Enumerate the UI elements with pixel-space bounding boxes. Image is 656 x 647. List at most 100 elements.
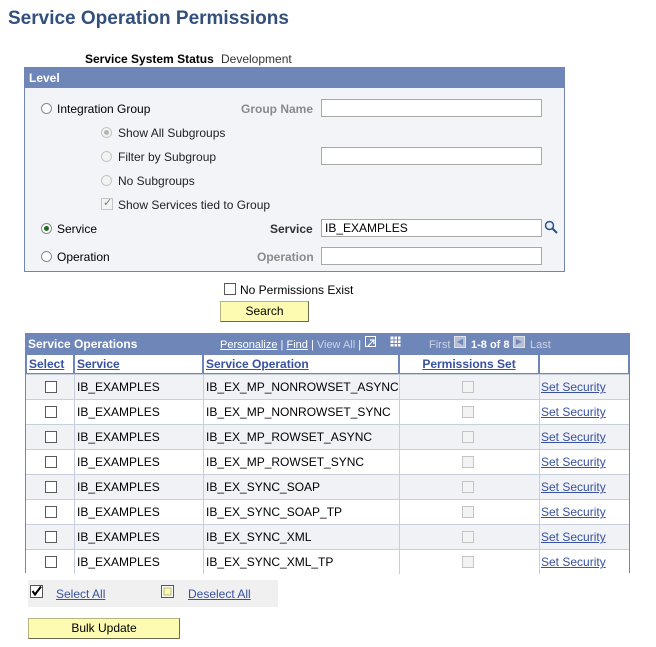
deselect-all-link[interactable]: Deselect All — [188, 587, 251, 601]
column-header-select[interactable]: Select — [27, 355, 74, 373]
service-operation-cell: IB_EX_MP_NONROWSET_ASYNC — [204, 375, 400, 399]
select-cell — [27, 425, 75, 449]
grid-nav-links: Personalize | Find | View All | — [220, 339, 361, 351]
permissions-set-checkbox[interactable] — [462, 431, 474, 443]
prev-arrow-icon[interactable]: ◀ — [454, 336, 466, 348]
download-grid-icon[interactable] — [390, 336, 401, 347]
view-all-link[interactable]: View All — [317, 339, 355, 351]
row-select-checkbox[interactable] — [45, 506, 57, 518]
operation-input[interactable] — [321, 247, 542, 265]
status-label: Service System Status — [85, 52, 214, 66]
service-cell: IB_EXAMPLES — [75, 375, 204, 399]
find-link[interactable]: Find — [286, 339, 307, 351]
table-row: IB_EXAMPLES IB_EX_SYNC_XML Set Security — [26, 524, 629, 549]
row-select-checkbox[interactable] — [45, 556, 57, 568]
permissions-set-checkbox[interactable] — [462, 381, 474, 393]
personalize-link[interactable]: Personalize — [220, 339, 277, 351]
operation-radio-label: Operation — [57, 250, 110, 264]
grid-header-row: Select Service Service Operation Permiss… — [26, 354, 629, 374]
last-label[interactable]: Last — [530, 339, 551, 351]
service-cell: IB_EXAMPLES — [75, 525, 204, 549]
row-select-checkbox[interactable] — [45, 381, 57, 393]
set-security-link[interactable]: Set Security — [540, 475, 630, 499]
select-cell — [27, 525, 75, 549]
table-row: IB_EXAMPLES IB_EX_SYNC_SOAP Set Security — [26, 474, 629, 499]
set-security-link[interactable]: Set Security — [540, 525, 630, 549]
filter-subgroup-input[interactable] — [321, 147, 542, 165]
service-radio[interactable] — [41, 223, 52, 234]
select-all-icon[interactable] — [30, 585, 43, 598]
permissions-set-checkbox[interactable] — [462, 481, 474, 493]
service-cell: IB_EXAMPLES — [75, 450, 204, 474]
integration-group-radio[interactable] — [41, 103, 52, 114]
show-services-checkbox[interactable] — [101, 196, 113, 210]
column-header-service-operation[interactable]: Service Operation — [204, 355, 399, 373]
permissions-set-cell — [400, 450, 540, 474]
service-operation-cell: IB_EX_MP_NONROWSET_SYNC — [204, 400, 400, 424]
set-security-link[interactable]: Set Security — [540, 400, 630, 424]
set-security-link[interactable]: Set Security — [540, 550, 630, 574]
table-row: IB_EXAMPLES IB_EX_SYNC_XML_TP Set Security — [26, 549, 629, 574]
service-operation-cell: IB_EX_SYNC_XML_TP — [204, 550, 400, 574]
set-security-link[interactable]: Set Security — [540, 375, 630, 399]
set-security-link[interactable]: Set Security — [540, 450, 630, 474]
service-cell: IB_EXAMPLES — [75, 475, 204, 499]
zoom-icon[interactable] — [365, 336, 376, 348]
first-label[interactable]: First — [429, 339, 450, 351]
magnifier-icon[interactable] — [544, 220, 558, 234]
row-select-checkbox[interactable] — [45, 531, 57, 543]
select-cell — [27, 475, 75, 499]
grid-title: Service Operations — [28, 337, 138, 351]
set-security-link[interactable]: Set Security — [540, 500, 630, 524]
permissions-set-checkbox[interactable] — [462, 531, 474, 543]
permissions-set-checkbox[interactable] — [462, 506, 474, 518]
show-all-subgroups-label: Show All Subgroups — [118, 126, 226, 140]
level-header: Level — [25, 68, 564, 88]
bulk-update-button[interactable]: Bulk Update — [28, 618, 180, 639]
column-header-permissions-set[interactable]: Permissions Set — [400, 355, 539, 373]
row-select-checkbox[interactable] — [45, 431, 57, 443]
no-subgroups-radio[interactable] — [101, 175, 112, 186]
permissions-set-cell — [400, 475, 540, 499]
level-group-box: Level Integration Group Group Name Show … — [24, 67, 565, 272]
status-value: Development — [221, 52, 292, 66]
permissions-set-checkbox[interactable] — [462, 406, 474, 418]
permissions-set-cell — [400, 425, 540, 449]
no-permissions-label: No Permissions Exist — [240, 283, 354, 297]
service-input[interactable] — [321, 219, 542, 237]
row-select-checkbox[interactable] — [45, 456, 57, 468]
column-header-service[interactable]: Service — [75, 355, 203, 373]
select-cell — [27, 375, 75, 399]
level-body: Integration Group Group Name Show All Su… — [25, 88, 564, 271]
row-select-checkbox[interactable] — [45, 406, 57, 418]
integration-group-label: Integration Group — [57, 102, 151, 116]
show-services-label: Show Services tied to Group — [118, 198, 271, 212]
show-all-subgroups-radio[interactable] — [101, 127, 112, 138]
nav-separator: | — [358, 339, 362, 351]
nav-separator: | — [280, 339, 284, 351]
permissions-set-checkbox[interactable] — [462, 556, 474, 568]
next-arrow-icon[interactable]: ▶ — [513, 336, 525, 348]
select-all-link[interactable]: Select All — [56, 587, 105, 601]
no-subgroups-label: No Subgroups — [118, 174, 195, 188]
permissions-set-checkbox[interactable] — [462, 456, 474, 468]
service-field-label: Service — [270, 222, 313, 236]
search-button[interactable]: Search — [220, 301, 309, 322]
filter-subgroup-radio[interactable] — [101, 151, 112, 162]
no-permissions-checkbox[interactable] — [224, 283, 236, 295]
operation-radio[interactable] — [41, 251, 52, 262]
filter-subgroup-label: Filter by Subgroup — [118, 150, 217, 164]
table-row: IB_EXAMPLES IB_EX_SYNC_SOAP_TP Set Securit… — [26, 499, 629, 524]
permissions-set-cell — [400, 525, 540, 549]
group-name-input[interactable] — [321, 99, 542, 117]
nav-separator: | — [310, 339, 314, 351]
select-cell — [27, 450, 75, 474]
page-title: Service Operation Permissions — [8, 8, 289, 29]
deselect-all-icon[interactable] — [161, 585, 174, 598]
permissions-set-cell — [400, 400, 540, 424]
service-operations-grid: Service Operations Personalize | Find | … — [25, 333, 630, 574]
column-header-action — [540, 355, 629, 373]
operation-field-label: Operation — [257, 250, 314, 264]
row-select-checkbox[interactable] — [45, 481, 57, 493]
set-security-link[interactable]: Set Security — [540, 425, 630, 449]
